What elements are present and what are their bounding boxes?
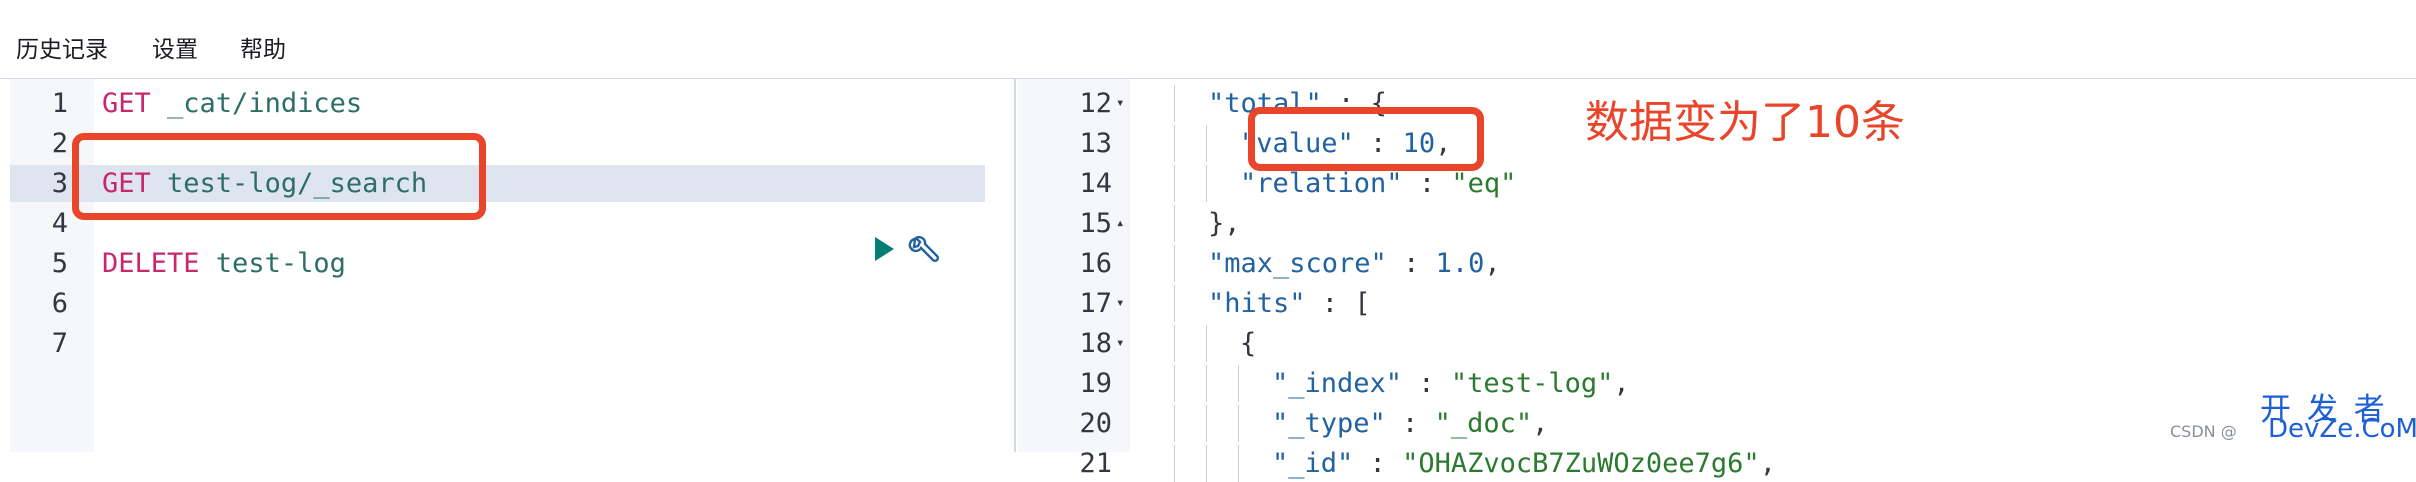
indent-guide xyxy=(1206,125,1207,162)
indent-guide xyxy=(1174,325,1175,362)
request-code: DELETE test-log xyxy=(102,245,346,282)
line-number: 3 xyxy=(51,168,68,199)
annotation-box-value xyxy=(1248,107,1484,171)
indent-guide xyxy=(1174,85,1175,122)
json-text: "_index" : "test-log", xyxy=(1272,368,1630,399)
line-number: 17 xyxy=(1079,288,1112,319)
editor-line[interactable]: 1 GET _cat/indices xyxy=(10,85,985,122)
output-line: 21 "_id" : "OHAZvocB7ZuWOz0ee7g6", xyxy=(1018,445,2416,482)
line-number: 7 xyxy=(51,328,68,359)
indent-guide xyxy=(1206,365,1207,402)
json-text: "_id" : "OHAZvocB7ZuWOz0ee7g6", xyxy=(1272,448,1776,479)
http-method: GET xyxy=(102,88,151,119)
indent-guide xyxy=(1238,405,1239,442)
wrench-icon[interactable] xyxy=(907,233,941,267)
fold-icon[interactable]: ▴ xyxy=(1116,205,1128,242)
line-number: 15 xyxy=(1079,208,1112,239)
editor-line[interactable]: 5 DELETE test-log xyxy=(10,245,985,282)
indent-guide xyxy=(1174,205,1175,242)
indent-guide xyxy=(1174,125,1175,162)
output-line: 17 ▾ "hits" : [ xyxy=(1018,285,2416,322)
line-number: 19 xyxy=(1079,368,1112,399)
output-line: 14 "relation" : "eq" xyxy=(1018,165,2416,202)
json-text: "hits" : [ xyxy=(1208,288,1371,319)
annotation-text: 数据变为了10条 xyxy=(1585,97,1905,148)
indent-guide xyxy=(1174,285,1175,322)
annotation-box-request xyxy=(72,133,486,220)
watermark-csdn: CSDN @ xyxy=(2170,422,2237,441)
request-path: _cat/indices xyxy=(150,88,363,119)
line-number: 21 xyxy=(1079,448,1112,479)
line-number: 12 xyxy=(1079,88,1112,119)
menu-settings[interactable]: 设置 xyxy=(152,30,198,64)
line-number: 13 xyxy=(1079,128,1112,159)
fold-icon[interactable]: ▾ xyxy=(1116,285,1128,322)
indent-guide xyxy=(1206,165,1207,202)
line-number: 2 xyxy=(51,128,68,159)
indent-guide xyxy=(1174,405,1175,442)
json-text: }, xyxy=(1208,208,1241,239)
indent-guide xyxy=(1238,445,1239,482)
indent-guide xyxy=(1174,245,1175,282)
line-number: 18 xyxy=(1079,328,1112,359)
fold-icon[interactable]: ▾ xyxy=(1116,325,1128,362)
indent-guide xyxy=(1206,405,1207,442)
indent-guide xyxy=(1174,165,1175,202)
menu-history[interactable]: 历史记录 xyxy=(16,30,108,64)
line-number: 20 xyxy=(1079,408,1112,439)
indent-guide xyxy=(1238,365,1239,402)
editor-line[interactable]: 6 xyxy=(10,285,985,322)
request-code: GET _cat/indices xyxy=(102,85,362,122)
editor-line[interactable]: 7 xyxy=(10,325,985,362)
output-line: 16 "max_score" : 1.0, xyxy=(1018,245,2416,282)
output-line: 19 "_index" : "test-log", xyxy=(1018,365,2416,402)
json-text: "_type" : "_doc", xyxy=(1272,408,1549,439)
line-number: 14 xyxy=(1079,168,1112,199)
indent-guide xyxy=(1174,445,1175,482)
http-method: DELETE xyxy=(102,248,200,279)
output-line: 18 ▾ { xyxy=(1018,325,2416,362)
pane-divider[interactable] xyxy=(1014,79,1016,452)
json-text: "max_score" : 1.0, xyxy=(1208,248,1501,279)
json-text: { xyxy=(1240,328,1257,359)
indent-guide xyxy=(1206,445,1207,482)
menu-help[interactable]: 帮助 xyxy=(240,30,286,64)
fold-icon[interactable]: ▾ xyxy=(1116,85,1128,122)
request-path: test-log xyxy=(199,248,346,279)
indent-guide xyxy=(1206,325,1207,362)
line-number: 6 xyxy=(51,288,68,319)
line-number: 5 xyxy=(51,248,68,279)
indent-guide xyxy=(1174,365,1175,402)
line-number: 4 xyxy=(51,208,68,239)
output-line: 15 ▴}, xyxy=(1018,205,2416,242)
watermark-sub: DevZe.CoM xyxy=(2268,414,2416,444)
play-icon[interactable] xyxy=(875,237,894,261)
line-number: 1 xyxy=(51,88,68,119)
menu-bar: 历史记录 设置 帮助 xyxy=(0,0,2416,79)
line-number: 16 xyxy=(1079,248,1112,279)
request-actions xyxy=(875,231,955,268)
